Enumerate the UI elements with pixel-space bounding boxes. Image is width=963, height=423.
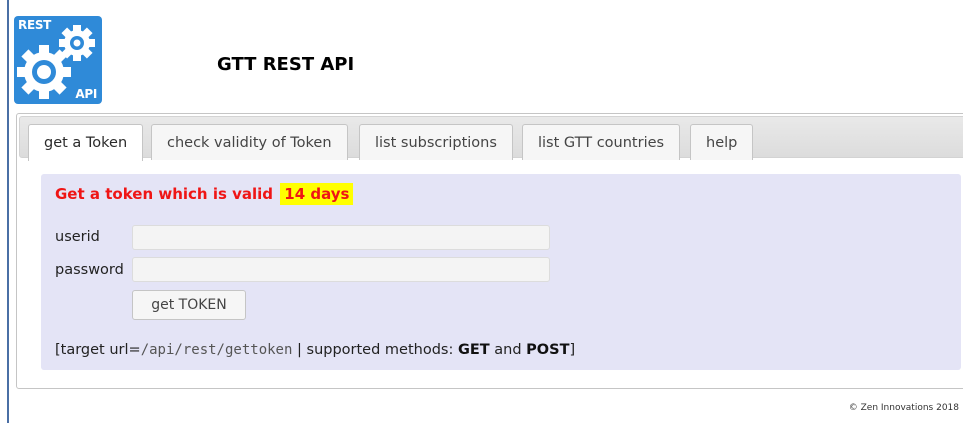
token-headline: Get a token which is valid 14 days — [55, 183, 354, 205]
rest-api-logo: REST API — [14, 16, 102, 104]
tab-label: help — [706, 134, 738, 151]
validity-badge: 14 days — [280, 183, 354, 205]
info-and: and — [489, 342, 527, 358]
tab-label: get a Token — [44, 135, 128, 151]
tab-label: check validity of Token — [167, 134, 332, 151]
tab-check-validity[interactable]: check validity of Token — [151, 124, 348, 160]
password-input[interactable] — [132, 257, 550, 282]
tabs-header: get a Token check validity of Token list… — [19, 116, 963, 161]
info-suffix: ] — [569, 342, 576, 358]
get-token-button[interactable]: get TOKEN — [132, 290, 246, 320]
tab-label: list GTT countries — [538, 134, 665, 151]
left-border-rule — [7, 0, 9, 423]
info-prefix: [target url= — [55, 342, 141, 358]
tab-label: list subscriptions — [375, 134, 497, 151]
info-mid: | supported methods: — [292, 342, 458, 358]
tabs-panel: get a Token check validity of Token list… — [16, 113, 963, 389]
tab-list-gtt-countries[interactable]: list GTT countries — [522, 124, 681, 160]
tab-get-token[interactable]: get a Token — [28, 124, 144, 161]
userid-label: userid — [55, 229, 100, 245]
tab-help[interactable]: help — [690, 124, 754, 160]
logo-text-api: API — [75, 87, 97, 101]
endpoint-info: [target url=/api/rest/gettoken | support… — [55, 342, 575, 358]
logo-text-rest: REST — [18, 18, 52, 32]
tab-list-subscriptions[interactable]: list subscriptions — [359, 124, 513, 160]
password-label: password — [55, 262, 124, 278]
copyright-footer: © Zen Innovations 2018 — [848, 403, 959, 413]
page-title: GTT REST API — [217, 54, 355, 75]
method-get: GET — [457, 342, 490, 358]
userid-input[interactable] — [132, 225, 550, 250]
headline-text: Get a token which is valid — [55, 185, 274, 203]
get-token-form: Get a token which is valid 14 days useri… — [41, 174, 961, 370]
method-post: POST — [526, 342, 570, 358]
target-url: /api/rest/gettoken — [140, 342, 293, 358]
